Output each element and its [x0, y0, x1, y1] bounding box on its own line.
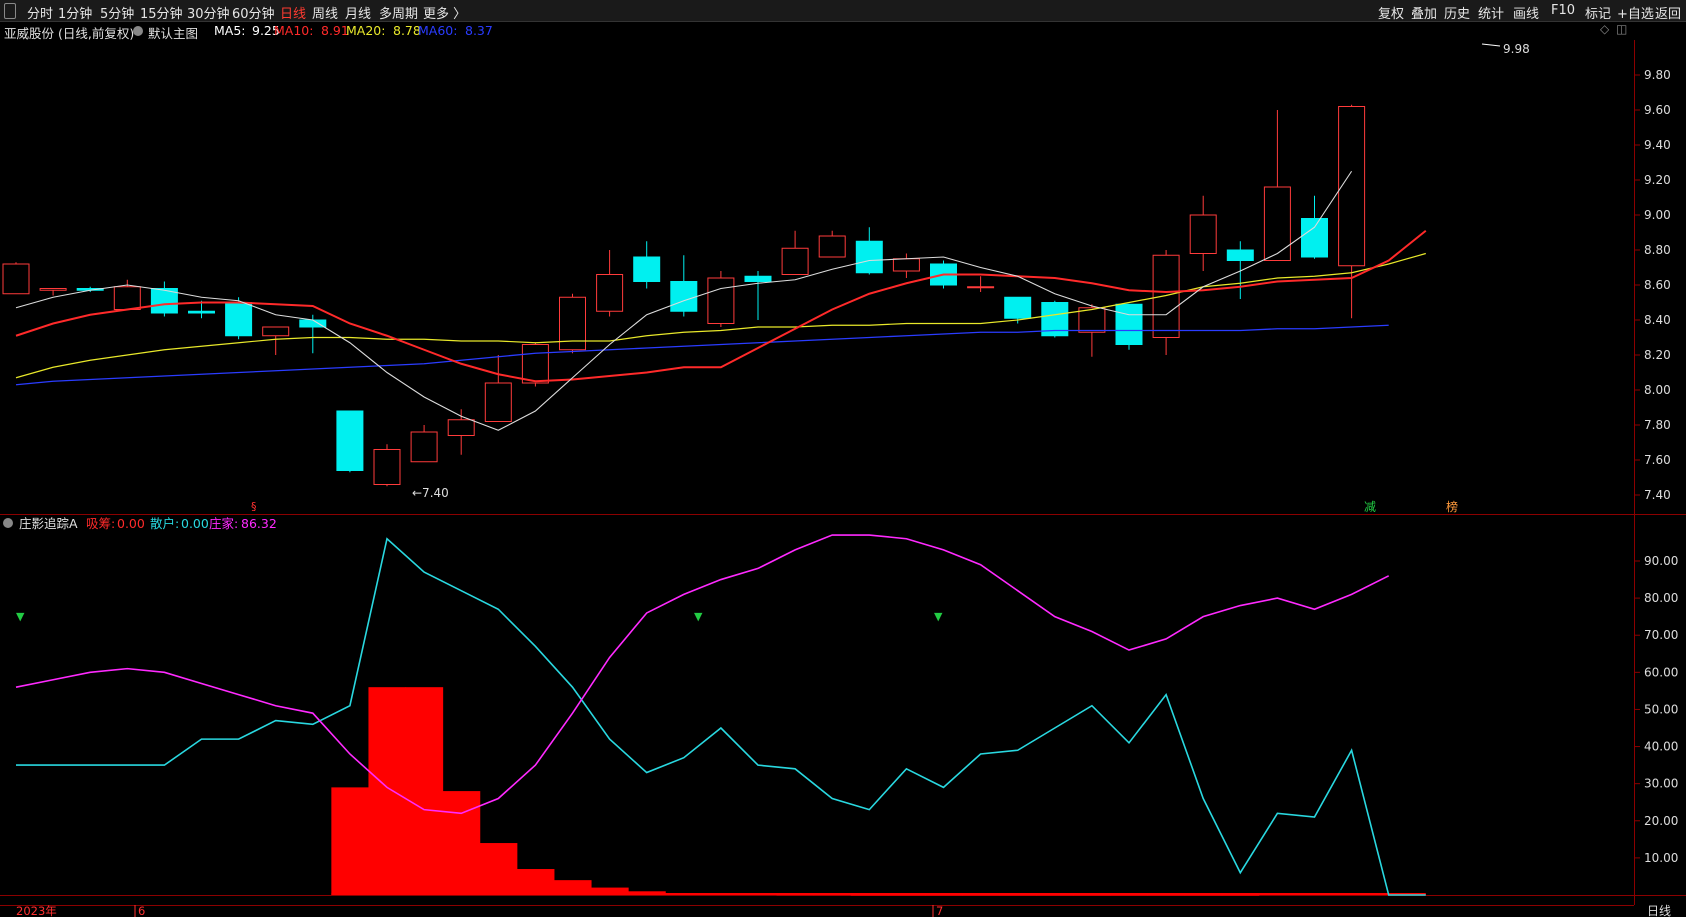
candle-up [262, 326, 290, 337]
candle-up [818, 235, 846, 258]
candle-up [2, 263, 30, 295]
y-tick-label: 7.60 [1644, 453, 1671, 467]
y-tick-label: 7.80 [1644, 418, 1671, 432]
accumulation-bar [479, 843, 518, 895]
accumulation-bar [553, 880, 592, 895]
legend-banker-value: 86.32 [241, 516, 277, 531]
candle-down [855, 240, 883, 274]
candle-up [1263, 186, 1291, 261]
y-tick-label: 9.40 [1644, 138, 1671, 152]
sub-y-axis: 90.00 80.00 70.00 60.00 50.00 40.00 30.00 20.00… [1634, 554, 1678, 865]
legend-accumulation-value: 0.00 [117, 516, 145, 531]
candle-up [707, 277, 735, 324]
candle-up [447, 419, 475, 436]
candle-down [744, 275, 772, 282]
reduce-holding-tag[interactable]: 减 [1364, 500, 1376, 514]
y-tick-label: 70.00 [1644, 628, 1678, 642]
y-tick-label: 9.60 [1644, 103, 1671, 117]
legend-accumulation-label: 吸筹: [86, 516, 115, 531]
candle-down [1301, 218, 1328, 258]
sub-chart-title: 庄影追踪A [19, 516, 78, 531]
accumulation-bar [405, 687, 444, 895]
signal-down-arrow-icon: ▼ [934, 610, 943, 623]
period-label: 日线 [1647, 904, 1671, 917]
candle-up [596, 274, 624, 312]
candle-up [967, 286, 995, 289]
accumulation-bars [331, 687, 1426, 896]
y-tick-label: 40.00 [1644, 740, 1678, 754]
candle-up [892, 258, 920, 272]
event-tag[interactable]: § [251, 500, 257, 513]
high-price-label: 9.98 [1503, 42, 1530, 56]
candle-down [225, 302, 253, 337]
candle-down [670, 281, 698, 312]
low-price-label: ←7.40 [412, 486, 449, 500]
candle-up [373, 449, 401, 485]
candle-up [113, 286, 141, 310]
chart-frame [0, 40, 1686, 905]
signal-down-arrow-icon: ▼ [16, 610, 25, 623]
ma60-line [15, 324, 1389, 386]
sub-chart-settings-icon[interactable] [3, 518, 13, 528]
candle-down [1004, 296, 1032, 319]
top-list-tag[interactable]: 榜 [1446, 499, 1458, 514]
candle-down [1226, 249, 1254, 261]
legend-retail-value: 0.00 [181, 516, 209, 531]
candle-down [336, 410, 364, 471]
y-tick-label: 80.00 [1644, 591, 1678, 605]
candle-up [781, 247, 809, 275]
year-label: 2023年 [16, 904, 57, 917]
candle-down [633, 256, 661, 282]
y-tick-label: 10.00 [1644, 851, 1678, 865]
signal-down-arrow-icon: ▼ [694, 610, 703, 623]
y-tick-label: 7.40 [1644, 488, 1671, 502]
banker-line [15, 534, 1390, 815]
y-tick-label: 9.80 [1644, 68, 1671, 82]
accumulation-bar [442, 791, 481, 895]
candle-up [39, 288, 67, 291]
ma5-line [15, 170, 1353, 431]
chart-canvas: 9.80 9.60 9.40 9.20 9.00 8.80 8.60 8.40 8.20 8.00… [0, 40, 1686, 917]
y-tick-label: 9.00 [1644, 208, 1671, 222]
accumulation-bar [516, 869, 555, 895]
y-tick-label: 8.40 [1644, 313, 1671, 327]
y-tick-label: 8.20 [1644, 348, 1671, 362]
legend-banker-label: 庄家: [209, 516, 238, 531]
time-axis: 2023年 6 7 日线 [0, 904, 1671, 917]
y-tick-label: 8.00 [1644, 383, 1671, 397]
y-tick-label: 90.00 [1644, 554, 1678, 568]
candle-up [521, 344, 549, 384]
y-tick-label: 20.00 [1644, 814, 1678, 828]
candle-down [1115, 303, 1143, 345]
retail-line [16, 537, 1426, 896]
legend-retail-label: 散户: [150, 516, 179, 531]
accumulation-bar [331, 787, 369, 895]
y-tick-label: 60.00 [1644, 665, 1678, 679]
candle-up [1189, 214, 1217, 254]
y-tick-label: 8.60 [1644, 278, 1671, 292]
candle-up [410, 431, 438, 463]
y-tick-label: 8.80 [1644, 243, 1671, 257]
candle-up [1152, 254, 1180, 338]
month-label: 7 [936, 904, 943, 917]
candle-up [1078, 307, 1106, 333]
candle-up [484, 382, 512, 422]
accumulation-bar [368, 687, 407, 895]
y-tick-label: 30.00 [1644, 777, 1678, 791]
candlesticks [2, 104, 1366, 487]
main-y-axis: 9.80 9.60 9.40 9.20 9.00 8.80 8.60 8.40 8.20 8.00… [1634, 68, 1671, 502]
month-label: 6 [138, 904, 145, 917]
candle-up [1338, 106, 1366, 267]
candle-down [188, 310, 215, 314]
y-tick-label: 50.00 [1644, 702, 1678, 716]
high-price-marker: 9.98 [1481, 42, 1530, 56]
y-tick-label: 9.20 [1644, 173, 1671, 187]
